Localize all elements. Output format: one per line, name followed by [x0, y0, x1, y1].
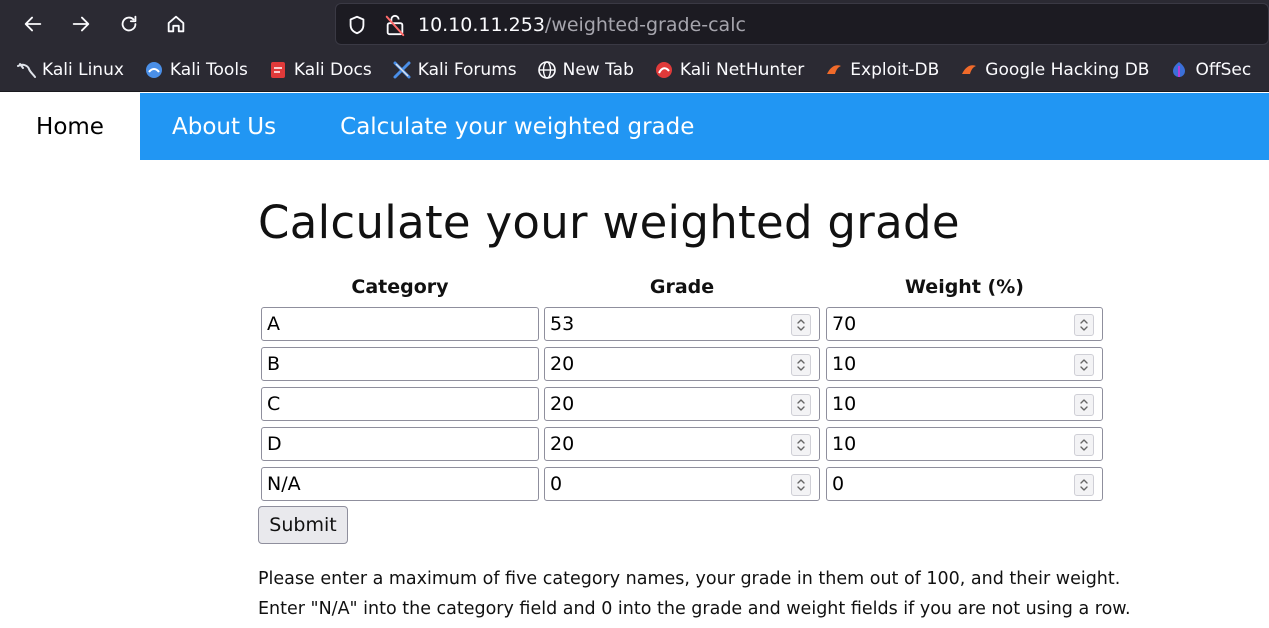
bookmark-google-hacking-db[interactable]: Google Hacking DB [945, 54, 1155, 86]
spinner-icon[interactable] [791, 474, 811, 496]
header-weight: Weight (%) [905, 276, 1024, 298]
header-grade: Grade [649, 276, 715, 298]
submit-button[interactable]: Submit [258, 506, 348, 544]
weight-field-row-5[interactable] [826, 467, 1103, 501]
bookmark-label: Kali Forums [417, 59, 517, 80]
url-bar[interactable]: 10.10.11.253/weighted-grade-calc [335, 3, 1269, 45]
home-button[interactable] [161, 9, 191, 39]
spinner-icon[interactable] [1074, 314, 1094, 336]
spinner-icon[interactable] [791, 354, 811, 376]
nav-weighted-grade[interactable]: Calculate your weighted grade [308, 93, 726, 160]
spinner-icon[interactable] [1074, 394, 1094, 416]
grade-field-row-3[interactable] [544, 387, 820, 421]
weight-field-row-1[interactable] [826, 307, 1103, 341]
globe-icon [537, 60, 556, 79]
weight-input[interactable] [827, 388, 1102, 420]
bookmark-label: Exploit-DB [850, 59, 940, 80]
category-field-row-3[interactable] [261, 387, 539, 421]
weight-field-row-4[interactable] [826, 427, 1103, 461]
spinner-icon[interactable] [791, 394, 811, 416]
kali-tools-icon [145, 61, 162, 78]
category-field-row-1[interactable] [261, 307, 539, 341]
category-input[interactable] [262, 428, 538, 460]
grade-field-row-2[interactable] [544, 347, 820, 381]
category-input[interactable] [262, 308, 538, 340]
bookmark-label: Kali NetHunter [679, 59, 805, 80]
help-text: Please enter a maximum of five category … [258, 564, 1158, 624]
bookmark-exploit-db[interactable]: Exploit-DB [810, 54, 945, 86]
weight-input[interactable] [827, 348, 1102, 380]
spinner-icon[interactable] [1074, 434, 1094, 456]
help-line-2: Enter "N/A" into the category field and … [258, 599, 1131, 619]
nav-about-us[interactable]: About Us [140, 93, 308, 160]
spinner-icon[interactable] [1074, 354, 1094, 376]
back-arrow-icon [24, 16, 42, 32]
url-text[interactable]: 10.10.11.253/weighted-grade-calc [418, 14, 746, 36]
weight-input[interactable] [827, 468, 1102, 500]
bookmark-label: OffSec [1195, 59, 1252, 80]
bookmark-label: Kali Linux [42, 59, 124, 80]
category-input[interactable] [262, 388, 538, 420]
nav-home[interactable]: Home [0, 93, 140, 160]
grade-input[interactable] [545, 308, 819, 340]
weight-field-row-2[interactable] [826, 347, 1103, 381]
weight-input[interactable] [827, 308, 1102, 340]
grade-input[interactable] [545, 388, 819, 420]
shield-icon[interactable] [346, 14, 368, 36]
header-category: Category [351, 276, 449, 298]
spinner-icon[interactable] [791, 314, 811, 336]
reload-icon [121, 15, 137, 32]
category-field-row-5[interactable] [261, 467, 539, 501]
site-navbar: Home About Us Calculate your weighted gr… [0, 93, 1269, 160]
bookmark-kali-linux[interactable]: Kali Linux [0, 54, 130, 86]
weight-field-row-3[interactable] [826, 387, 1103, 421]
bookmark-label: Google Hacking DB [985, 59, 1150, 80]
offsec-icon [1173, 61, 1186, 77]
category-input[interactable] [262, 348, 538, 380]
browser-toolbar: 10.10.11.253/weighted-grade-calc [0, 0, 1269, 48]
nethunter-icon [655, 61, 672, 78]
bookmark-kali-nethunter[interactable]: Kali NetHunter [640, 54, 810, 86]
page-title: Calculate your weighted grade [258, 196, 960, 249]
category-field-row-2[interactable] [261, 347, 539, 381]
url-path: /weighted-grade-calc [544, 14, 746, 36]
help-line-1: Please enter a maximum of five category … [258, 569, 1121, 589]
url-host: 10.10.11.253 [418, 14, 545, 36]
reload-button[interactable] [114, 9, 144, 39]
weight-input[interactable] [827, 428, 1102, 460]
forward-arrow-icon [72, 16, 90, 32]
bookmark-label: Kali Tools [169, 59, 248, 80]
bookmark-label: New Tab [562, 59, 634, 80]
spinner-icon[interactable] [1074, 474, 1094, 496]
insecure-lock-icon[interactable] [384, 13, 406, 37]
grade-input[interactable] [545, 428, 819, 460]
bookmark-kali-forums[interactable]: Kali Forums [378, 54, 523, 86]
spinner-icon[interactable] [791, 434, 811, 456]
home-icon [167, 15, 185, 33]
bookmarks-bar: Kali Linux Kali Tools Kali Docs Kali For… [0, 48, 1269, 92]
category-field-row-4[interactable] [261, 427, 539, 461]
kali-dragon-icon [17, 62, 36, 78]
grade-input[interactable] [545, 348, 819, 380]
exploit-db-icon [827, 64, 842, 74]
grade-field-row-4[interactable] [544, 427, 820, 461]
kali-forums-icon [393, 61, 411, 78]
ghdb-icon [962, 64, 977, 74]
bookmark-kali-tools[interactable]: Kali Tools [130, 54, 254, 86]
bookmark-offsec[interactable]: OffSec [1155, 54, 1257, 86]
grade-input[interactable] [545, 468, 819, 500]
category-input[interactable] [262, 468, 538, 500]
bookmark-kali-docs[interactable]: Kali Docs [254, 54, 378, 86]
grade-field-row-1[interactable] [544, 307, 820, 341]
bookmark-label: Kali Docs [293, 59, 372, 80]
forward-button[interactable] [66, 9, 96, 39]
back-button[interactable] [18, 9, 48, 39]
kali-docs-icon [270, 61, 285, 78]
grade-field-row-5[interactable] [544, 467, 820, 501]
bookmark-new-tab[interactable]: New Tab [523, 54, 640, 86]
